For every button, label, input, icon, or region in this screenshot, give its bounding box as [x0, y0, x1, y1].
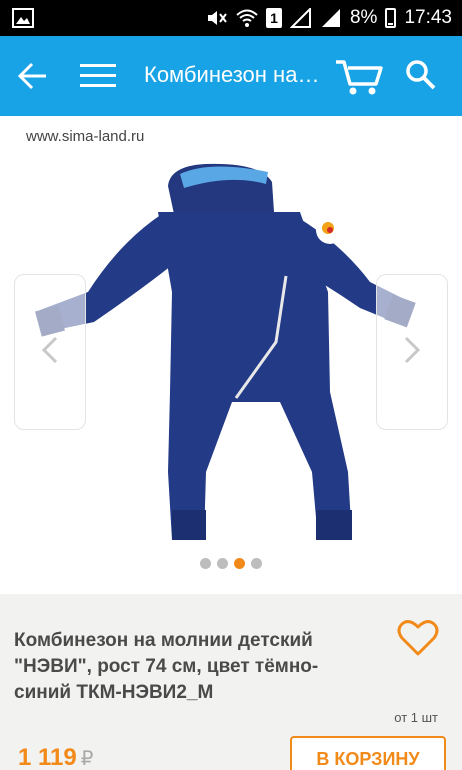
heart-icon[interactable] — [396, 618, 440, 658]
menu-icon[interactable] — [80, 62, 116, 90]
status-bar: 1 8% 17:43 — [0, 0, 462, 36]
chevron-left-icon — [40, 335, 60, 370]
back-arrow-icon[interactable] — [16, 60, 50, 92]
battery-percent: 8% — [349, 7, 378, 28]
price-value: 1 119 — [18, 744, 77, 770]
product-image — [35, 163, 416, 540]
signal-icon — [289, 6, 312, 28]
gallery-dot[interactable] — [217, 558, 228, 569]
currency: ₽ — [80, 748, 94, 770]
product-title: Комбинезон на молнии детский "НЭВИ", рос… — [14, 630, 319, 703]
gallery-dot[interactable] — [251, 558, 262, 569]
gallery-pagination — [0, 558, 462, 569]
mute-icon — [206, 8, 228, 28]
gallery-next-button[interactable] — [376, 274, 448, 430]
chevron-right-icon — [402, 335, 422, 370]
price: 1 119 ₽ — [18, 744, 93, 770]
product-info: Комбинезон на молнии детский "НЭВИ", рос… — [0, 594, 462, 770]
gallery-dot[interactable] — [200, 558, 211, 569]
gallery-dot-active[interactable] — [234, 558, 245, 569]
min-quantity: от 1 шт — [394, 710, 438, 725]
product-gallery[interactable]: www.sima-land.ru — [0, 116, 462, 594]
battery-icon — [385, 8, 397, 28]
wifi-icon — [236, 8, 258, 28]
search-icon[interactable] — [404, 58, 438, 92]
add-to-cart-button[interactable]: В КОРЗИНУ — [290, 736, 446, 770]
signal-icon-2 — [320, 8, 342, 28]
app-bar: Комбинезон на молнии детский "НЭВИ", рос… — [0, 36, 462, 116]
clock: 17:43 — [404, 7, 452, 28]
cart-icon[interactable] — [334, 56, 384, 96]
gallery-notification-icon — [12, 8, 34, 28]
gallery-prev-button[interactable] — [14, 274, 86, 430]
sim-slot-badge: 1 — [265, 8, 282, 28]
page-title: Комбинезон на молнии детский "НЭВИ", рос… — [144, 62, 324, 87]
